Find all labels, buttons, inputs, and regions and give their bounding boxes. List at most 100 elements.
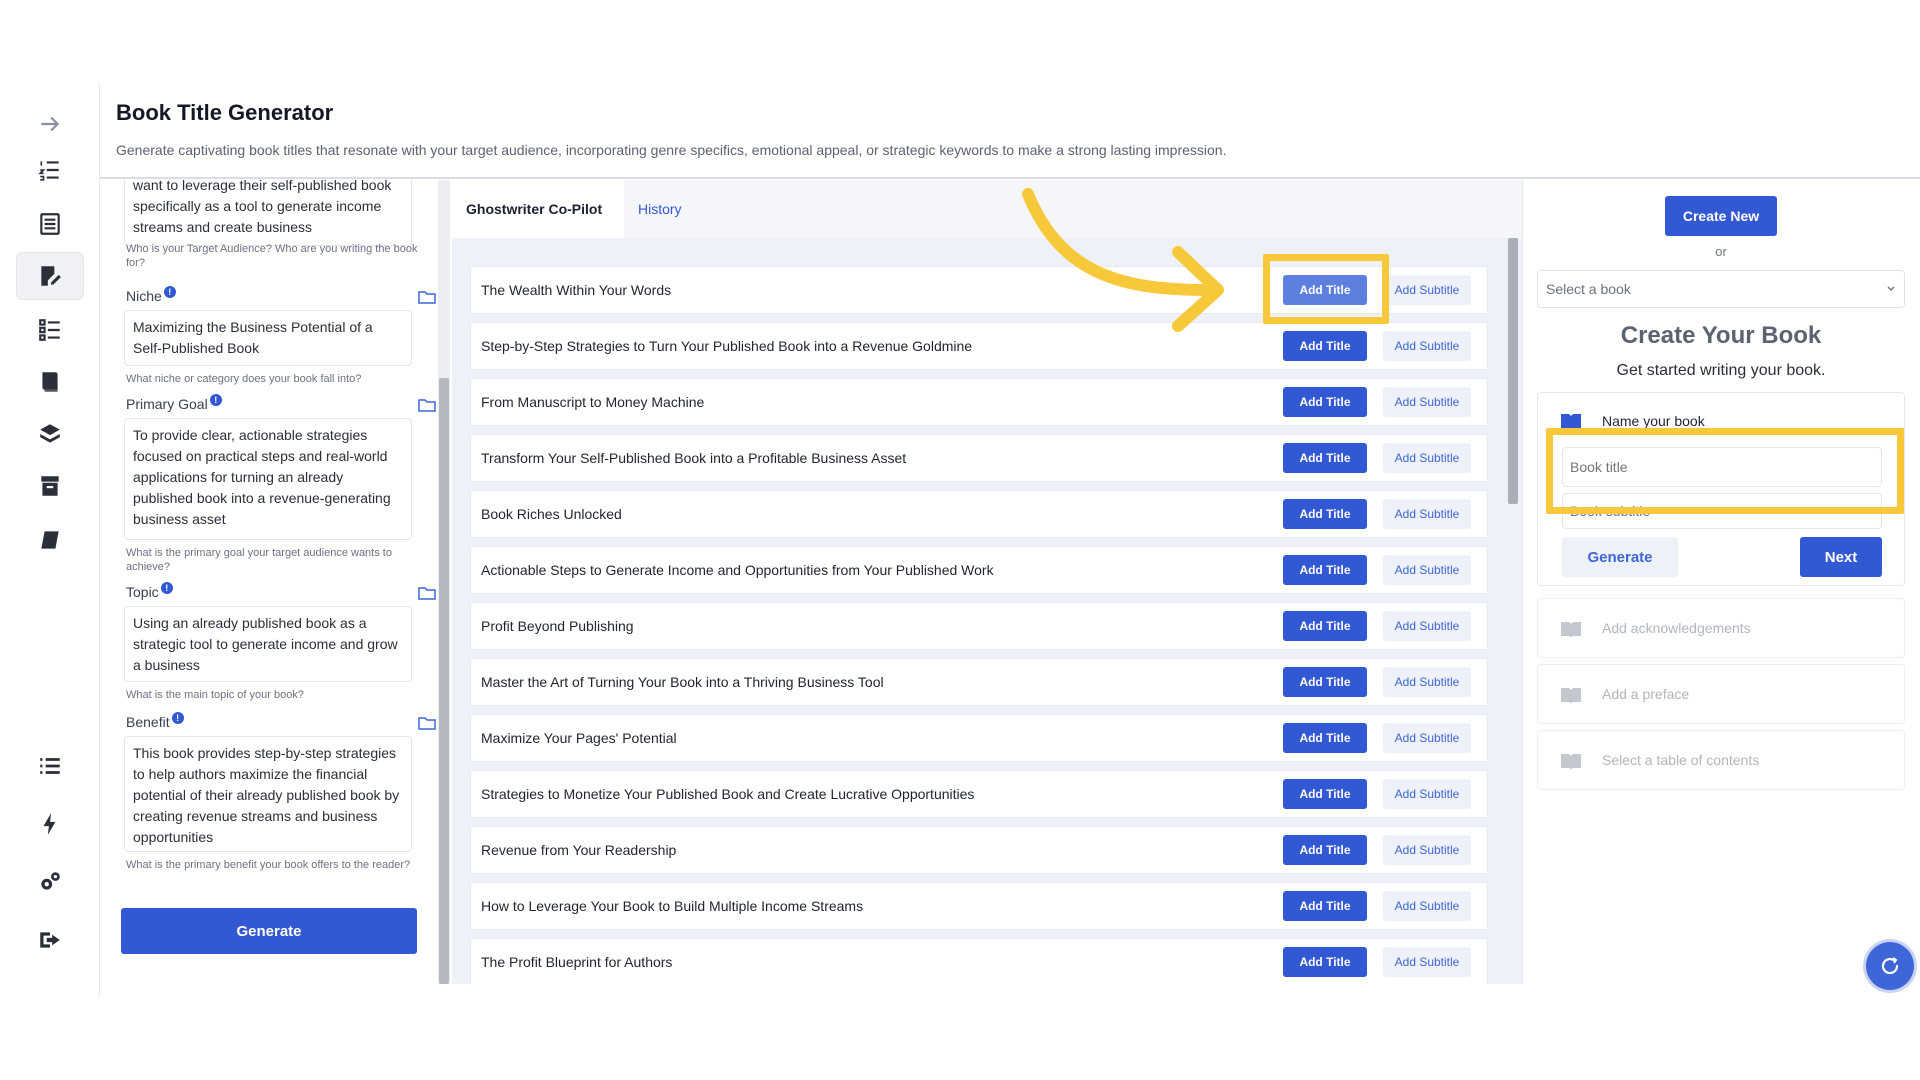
info-icon[interactable]: ! <box>163 286 176 298</box>
icon-sidebar <box>0 84 100 996</box>
page-subtitle: Generate captivating book titles that re… <box>116 142 1227 158</box>
niche-hint: What niche or category does your book fa… <box>126 373 362 385</box>
add-title-button[interactable]: Add Title <box>1283 779 1367 809</box>
ordered-list-icon[interactable] <box>16 146 84 194</box>
generate-button[interactable]: Generate <box>121 908 417 954</box>
target-audience-hint: Who is your Target Audience? Who are you… <box>126 243 418 269</box>
or-separator: or <box>1715 244 1727 259</box>
book-icon[interactable] <box>16 358 84 406</box>
add-title-button[interactable]: Add Title <box>1283 331 1367 361</box>
generate-name-button[interactable]: Generate <box>1562 537 1678 577</box>
open-book-icon <box>1561 688 1581 703</box>
step-preface[interactable]: Add a preface <box>1537 664 1905 724</box>
add-subtitle-button[interactable]: Add Subtitle <box>1383 779 1471 809</box>
document-list-icon[interactable] <box>16 200 84 248</box>
title-row: Master the Art of Turning Your Book into… <box>470 658 1488 706</box>
folder-icon[interactable] <box>418 716 436 730</box>
create-book-panel: Create New or Select a book Create Your … <box>1522 180 1920 984</box>
add-subtitle-button[interactable]: Add Subtitle <box>1383 947 1471 977</box>
form-scrollbar[interactable] <box>438 180 450 984</box>
add-title-button[interactable]: Add Title <box>1283 499 1367 529</box>
add-subtitle-button[interactable]: Add Subtitle <box>1383 387 1471 417</box>
support-icon <box>1881 957 1899 975</box>
title-text: Profit Beyond Publishing <box>481 618 634 634</box>
arrow-right-icon[interactable] <box>16 100 84 148</box>
title-row: Book Riches Unlocked Add Title Add Subtitl… <box>470 490 1488 538</box>
folder-icon[interactable] <box>418 290 436 304</box>
title-row: Actionable Steps to Generate Income and … <box>470 546 1488 594</box>
primary-goal-label: Primary Goal ! <box>126 394 222 412</box>
primary-goal-textarea[interactable]: To provide clear, actionable strategies … <box>124 418 412 540</box>
benefit-hint: What is the primary benefit your book of… <box>126 859 411 871</box>
archive-icon[interactable] <box>16 462 84 510</box>
edit-document-icon[interactable] <box>16 252 84 300</box>
help-button[interactable] <box>1866 942 1914 990</box>
title-row: How to Leverage Your Book to Build Multi… <box>470 882 1488 930</box>
notebook-icon[interactable] <box>16 516 84 564</box>
create-new-button[interactable]: Create New <box>1665 196 1777 236</box>
folder-icon[interactable] <box>418 586 436 600</box>
title-text: Step-by-Step Strategies to Turn Your Pub… <box>481 338 973 354</box>
add-subtitle-button[interactable]: Add Subtitle <box>1383 555 1471 585</box>
topic-label: Topic ! <box>126 582 173 600</box>
page-title: Book Title Generator <box>116 100 334 125</box>
info-icon[interactable]: ! <box>209 394 222 406</box>
add-subtitle-button[interactable]: Add Subtitle <box>1383 891 1471 921</box>
step-label: Add a preface <box>1602 686 1690 702</box>
next-button[interactable]: Next <box>1800 537 1882 577</box>
add-subtitle-button[interactable]: Add Subtitle <box>1383 443 1471 473</box>
book-details-form: want to leverage their self-published bo… <box>100 180 450 984</box>
title-text: The Wealth Within Your Words <box>481 282 672 298</box>
add-subtitle-button[interactable]: Add Subtitle <box>1383 667 1471 697</box>
step-label: Select a table of contents <box>1602 752 1760 768</box>
step-table-of-contents[interactable]: Select a table of contents <box>1537 730 1905 790</box>
scroll-thumb[interactable] <box>439 378 449 984</box>
open-book-icon <box>1561 414 1581 429</box>
add-subtitle-button[interactable]: Add Subtitle <box>1383 331 1471 361</box>
target-audience-textarea[interactable]: want to leverage their self-published bo… <box>124 180 412 246</box>
checklist-icon[interactable] <box>16 306 84 354</box>
folder-icon[interactable] <box>418 398 436 412</box>
bolt-icon[interactable] <box>16 800 84 848</box>
add-subtitle-button[interactable]: Add Subtitle <box>1383 723 1471 753</box>
tab-bar: Ghostwriter Co-Pilot History <box>452 180 1522 238</box>
topic-textarea[interactable]: Using an already published book as a str… <box>124 606 412 682</box>
add-title-button[interactable]: Add Title <box>1283 723 1367 753</box>
scroll-thumb[interactable] <box>1508 238 1518 504</box>
title-row: Revenue from Your Readership Add Title Add… <box>470 826 1488 874</box>
step-acknowledgements[interactable]: Add acknowledgements <box>1537 598 1905 658</box>
add-title-button[interactable]: Add Title <box>1283 835 1367 865</box>
add-title-button[interactable]: Add Title <box>1283 555 1367 585</box>
add-subtitle-button[interactable]: Add Subtitle <box>1383 611 1471 641</box>
add-subtitle-button[interactable]: Add Subtitle <box>1383 275 1471 305</box>
add-title-button[interactable]: Add Title <box>1283 891 1367 921</box>
add-title-button[interactable]: Add Title <box>1283 443 1367 473</box>
benefit-textarea[interactable]: This book provides step-by-step strategi… <box>124 736 412 852</box>
page-header: Book Title Generator Generate captivatin… <box>116 100 1920 158</box>
title-text: Transform Your Self-Published Book into … <box>481 450 907 466</box>
name-your-book-label: Name your book <box>1602 413 1705 429</box>
title-text: Maximize Your Pages' Potential <box>481 730 677 746</box>
chevron-down-icon <box>1887 286 1895 291</box>
books-icon[interactable] <box>16 410 84 458</box>
benefit-label: Benefit ! <box>126 712 184 730</box>
results-scrollbar[interactable] <box>1504 238 1522 984</box>
gears-icon[interactable] <box>16 858 84 906</box>
add-title-button[interactable]: Add Title <box>1283 667 1367 697</box>
add-subtitle-button[interactable]: Add Subtitle <box>1383 835 1471 865</box>
add-title-button[interactable]: Add Title <box>1283 611 1367 641</box>
tab-history[interactable]: History <box>624 180 696 238</box>
highlight-add-title <box>1263 254 1389 324</box>
tab-ghostwriter-copilot[interactable]: Ghostwriter Co-Pilot <box>452 180 624 238</box>
title-text: Strategies to Monetize Your Published Bo… <box>481 786 975 802</box>
add-title-button[interactable]: Add Title <box>1283 947 1367 977</box>
select-book-dropdown[interactable]: Select a book <box>1537 270 1905 308</box>
add-subtitle-button[interactable]: Add Subtitle <box>1383 499 1471 529</box>
info-icon[interactable]: ! <box>171 712 184 724</box>
info-icon[interactable]: ! <box>160 582 173 594</box>
logout-icon[interactable] <box>16 916 84 964</box>
list-icon[interactable] <box>16 742 84 790</box>
open-book-icon <box>1561 754 1581 769</box>
niche-textarea[interactable]: Maximizing the Business Potential of a S… <box>124 310 412 366</box>
add-title-button[interactable]: Add Title <box>1283 387 1367 417</box>
